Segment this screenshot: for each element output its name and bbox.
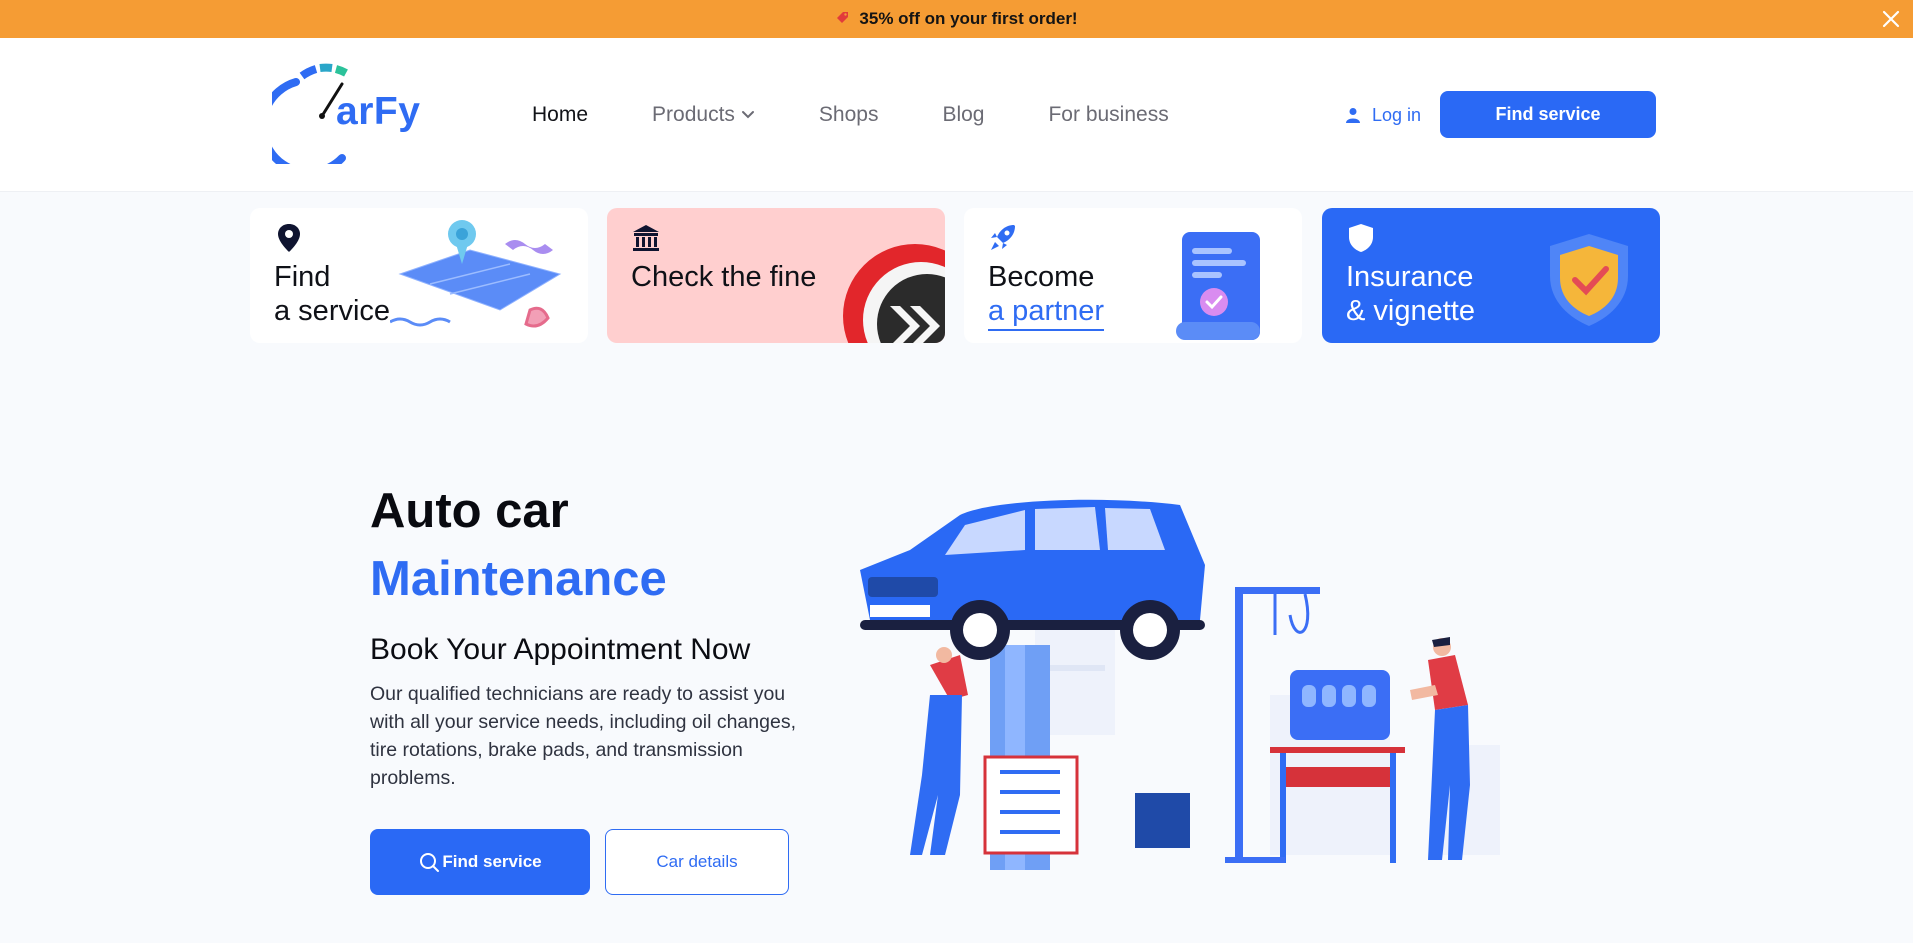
logo-text: arFy: [336, 90, 421, 133]
search-icon: [420, 853, 440, 872]
car-service-illustration: [860, 499, 1500, 870]
card-title-line: a service: [274, 295, 391, 327]
promo-banner: 35% off on your first order!: [0, 0, 1913, 38]
card-title-line: Insurance: [1346, 261, 1474, 293]
map-illustration-icon: [390, 220, 562, 328]
nav-blog[interactable]: Blog: [942, 103, 984, 127]
login-link[interactable]: Log in: [1346, 101, 1421, 129]
find-service-button[interactable]: Find service: [370, 829, 590, 895]
card-title-line-underlined: a partner: [988, 295, 1105, 331]
site-header: arFy Home Products Shops Blog For busine…: [0, 38, 1913, 192]
nav-products-label: Products: [652, 103, 735, 126]
logo[interactable]: arFy: [272, 60, 432, 164]
nav-for-business-label: For business: [1048, 103, 1169, 126]
car-details-button[interactable]: Car details: [605, 829, 789, 895]
card-title-line: & vignette: [1346, 295, 1475, 327]
hero-title-line2: Maintenance: [370, 552, 667, 606]
speed-sign-illustration-icon: [843, 244, 945, 343]
user-icon: [1346, 108, 1360, 123]
promo-text: 35% off on your first order!: [859, 9, 1078, 28]
login-label: Log in: [1372, 104, 1422, 125]
tag-icon: [835, 9, 849, 29]
card-insurance-vignette[interactable]: Insurance & vignette: [1322, 208, 1660, 343]
nav-shops[interactable]: Shops: [819, 103, 879, 127]
close-icon[interactable]: [1879, 7, 1903, 31]
nav-home[interactable]: Home: [532, 103, 588, 127]
card-title-line: Become: [988, 261, 1095, 293]
hero-section: Auto car Maintenance Book Your Appointme…: [370, 480, 830, 792]
main-nav: Home Products Shops Blog For business: [532, 38, 1233, 192]
find-service-button-label: Find service: [442, 852, 542, 871]
rocket-icon: [991, 225, 1015, 250]
chevron-down-icon: [741, 111, 754, 119]
shield-check-illustration-icon: [1550, 234, 1628, 326]
card-become-partner[interactable]: Become a partner: [964, 208, 1302, 343]
nav-home-label: Home: [532, 103, 589, 126]
card-check-fine-title: Check the fine: [631, 260, 816, 294]
bank-icon: [633, 225, 659, 251]
hero-description: Our qualified technicians are ready to a…: [370, 683, 796, 789]
card-insurance-title: Insurance & vignette: [1346, 260, 1475, 328]
card-find-service[interactable]: Find a service: [250, 208, 588, 343]
nav-blog-label: Blog: [942, 103, 985, 126]
find-service-header-button[interactable]: Find service: [1440, 91, 1656, 138]
card-title-line: Check the fine: [631, 261, 817, 293]
location-pin-icon: [278, 224, 300, 252]
card-become-partner-title: Become a partner: [988, 260, 1105, 331]
card-title-line: Find: [274, 261, 331, 293]
card-check-fine[interactable]: Check the fine: [607, 208, 945, 343]
hero-subtitle: Book Your Appointment Now: [370, 633, 751, 666]
card-find-service-title: Find a service: [274, 260, 390, 328]
feature-cards: Find a service Check the fine Become a p…: [250, 208, 1660, 344]
hero-title-line1: Auto car: [370, 484, 569, 538]
nav-for-business[interactable]: For business: [1048, 103, 1168, 127]
shield-icon: [1349, 224, 1373, 252]
nav-products[interactable]: Products: [652, 103, 755, 127]
document-illustration-icon: [1176, 232, 1260, 340]
nav-shops-label: Shops: [818, 103, 879, 126]
